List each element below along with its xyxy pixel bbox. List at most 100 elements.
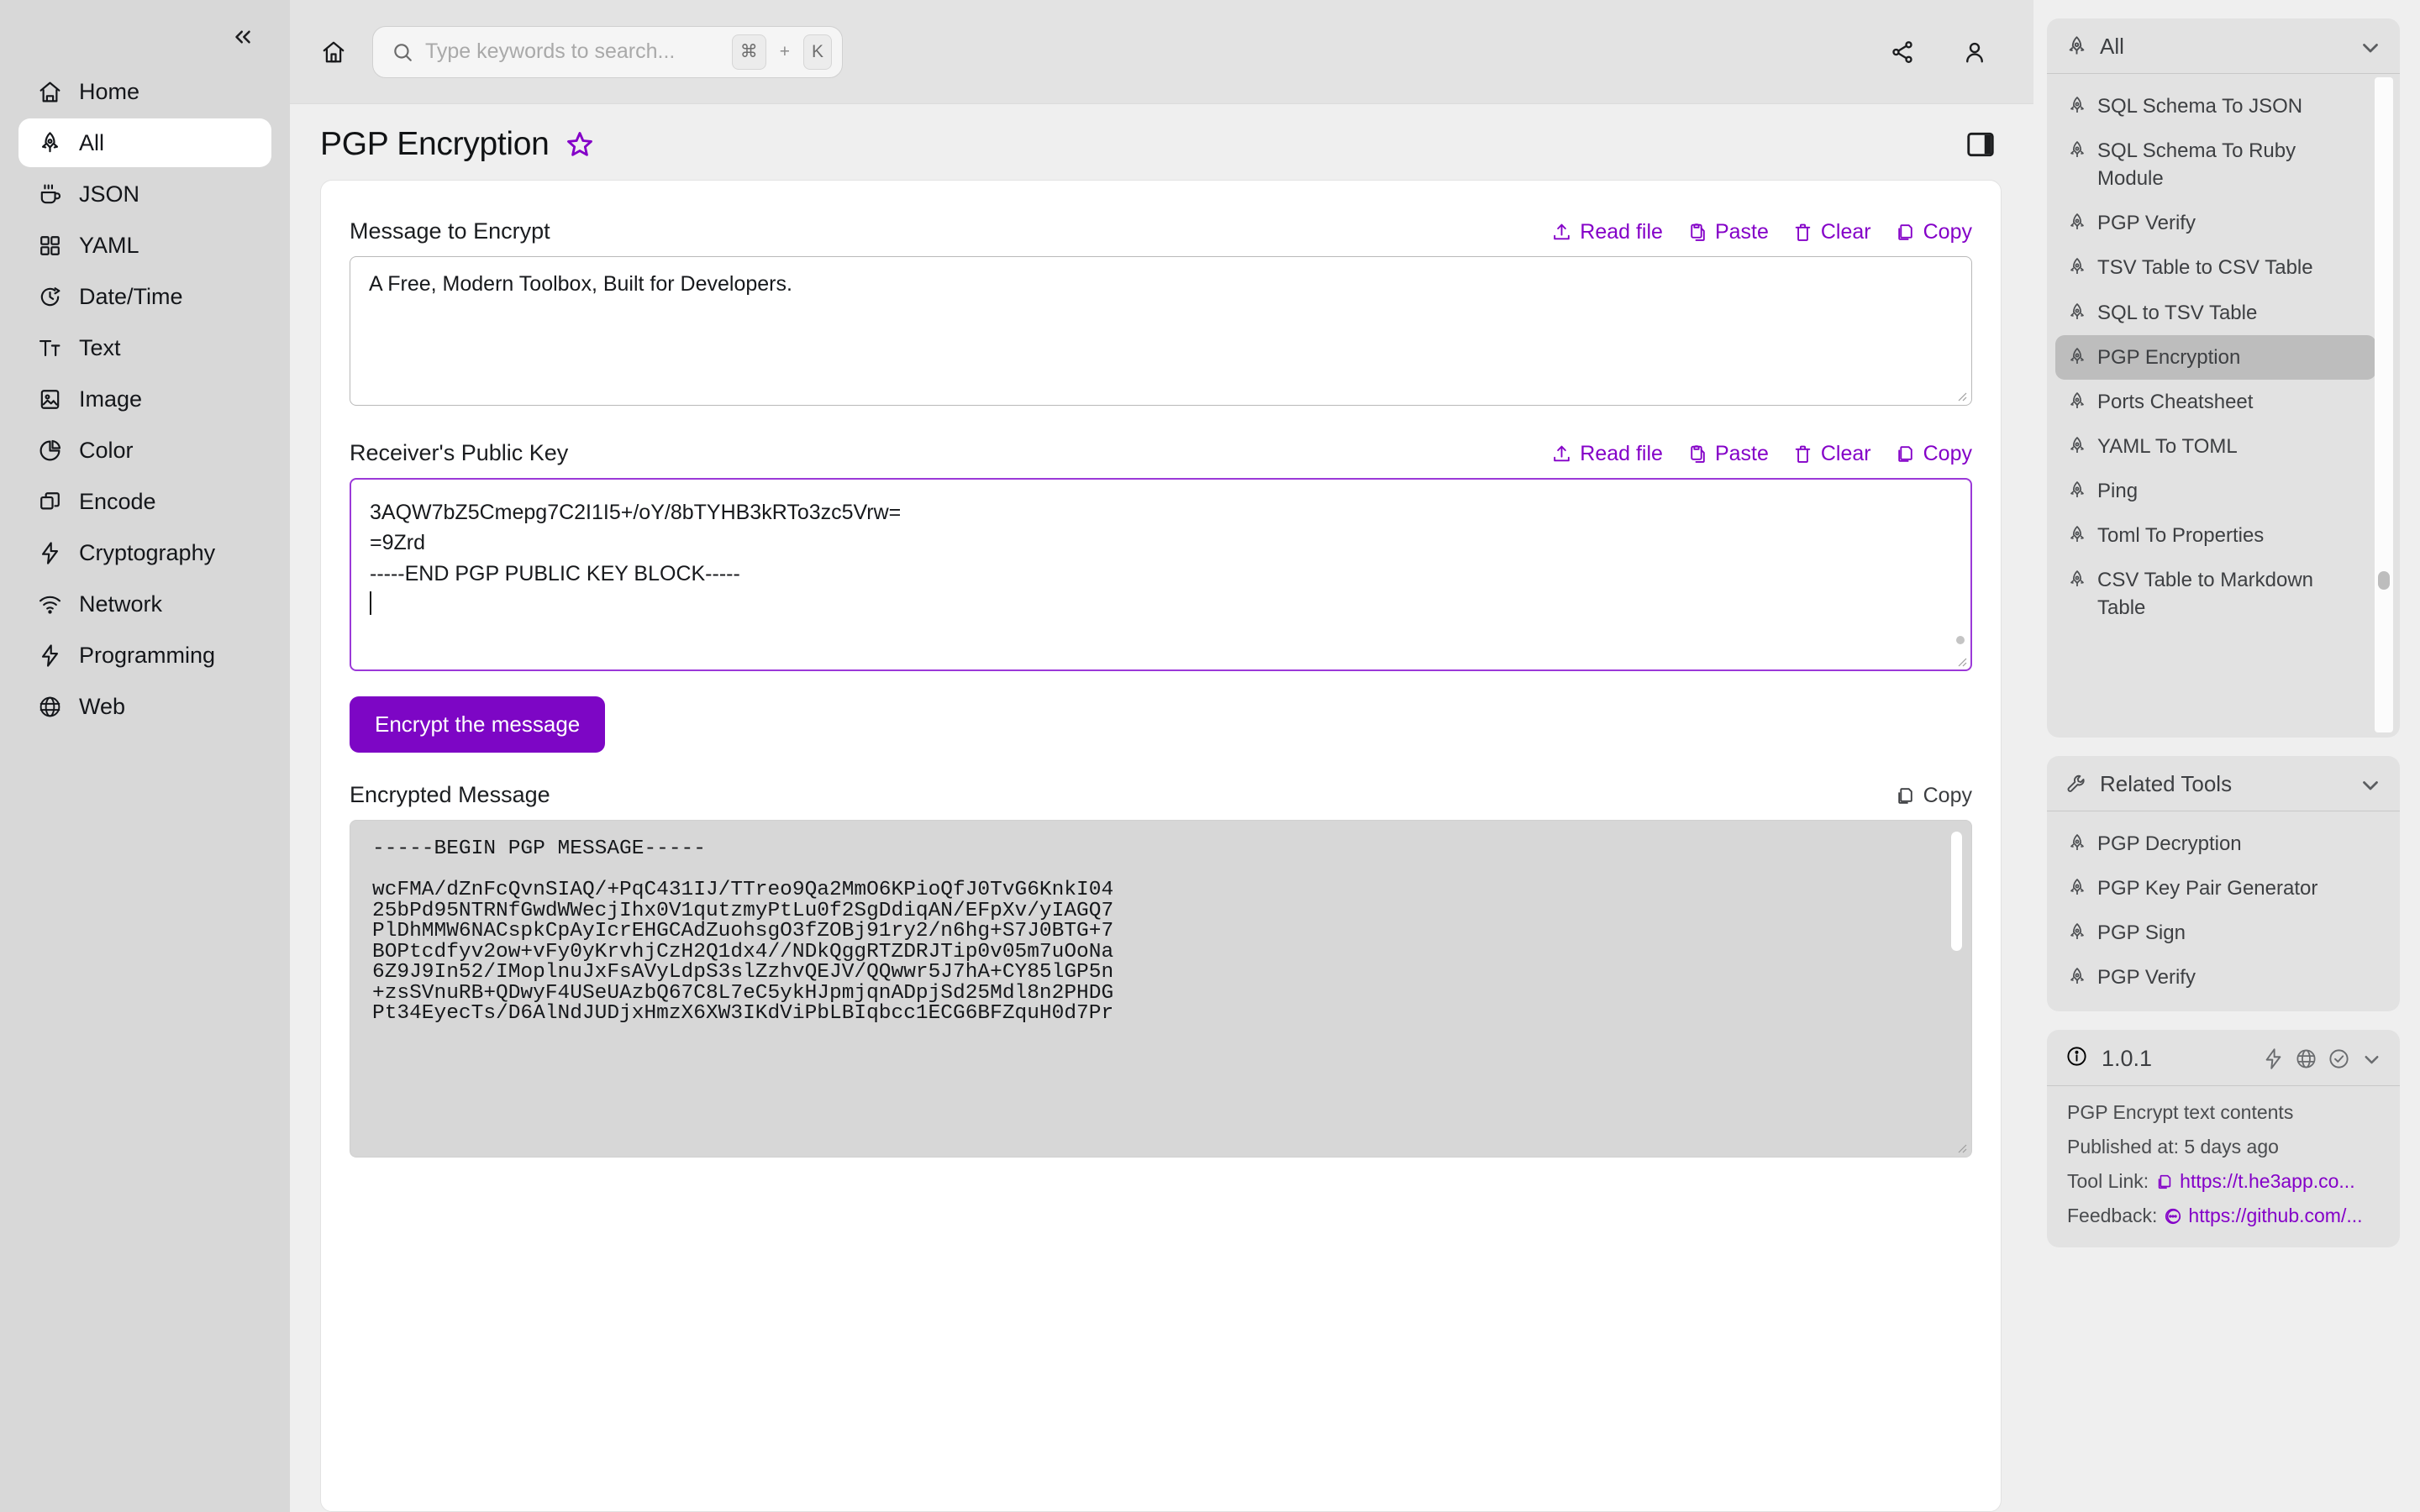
all-tools-scrollbar-thumb[interactable] [2378, 571, 2390, 590]
globe-icon [37, 694, 62, 719]
sidebar-item-label: Encode [79, 488, 156, 514]
tool-list-item-label: Toml To Properties [2097, 524, 2265, 548]
search-input[interactable] [425, 39, 720, 64]
sidebar-item-all[interactable]: All [18, 118, 271, 167]
copy-button[interactable]: Copy [1895, 220, 1972, 244]
tool-list-item-label: PGP Encryption [2097, 345, 2241, 369]
tool-link[interactable]: https://t.he3app.co... [2155, 1170, 2355, 1193]
tool-list-item[interactable]: TSV Table to CSV Table [2055, 245, 2376, 290]
tool-list-item[interactable]: Toml To Properties [2055, 513, 2376, 558]
output-scrollbar-thumb[interactable] [1951, 832, 1962, 951]
related-tools-card-header[interactable]: Related Tools [2047, 756, 2400, 811]
info-icon [2065, 1045, 2088, 1072]
sidebar-toggle-icon[interactable] [1965, 129, 1996, 160]
tool-list-item[interactable]: PGP Encryption [2055, 334, 2376, 380]
home-icon[interactable] [310, 29, 357, 76]
sidebar-item-home[interactable]: Home [18, 67, 271, 116]
sidebar-collapse-row [0, 15, 290, 62]
encrypt-button[interactable]: Encrypt the message [350, 696, 606, 753]
tool-list-item-label: Ports Cheatsheet [2097, 390, 2254, 413]
tool-list-item[interactable]: PGP Sign [2055, 911, 2391, 955]
main-column: ⌘ + K PGP Encryption [290, 0, 2033, 1512]
chevron-down-icon[interactable] [2358, 772, 2383, 797]
tool-list-item[interactable]: SQL Schema To Ruby Module [2055, 129, 2376, 201]
sidebar-item-date-time[interactable]: Date/Time [18, 272, 271, 321]
rocket-icon [2067, 878, 2087, 898]
topbar-actions [1881, 30, 1996, 74]
tool-list-item[interactable]: SQL Schema To JSON [2055, 84, 2376, 129]
all-tools-scrollbar[interactable] [2375, 77, 2393, 732]
feedback-link[interactable]: https://github.com/... [2164, 1205, 2363, 1227]
check-circle-icon[interactable] [2328, 1047, 2350, 1070]
sidebar-item-cryptography[interactable]: Cryptography [18, 528, 271, 577]
chevron-down-icon[interactable] [2360, 1047, 2383, 1070]
tool-list-item-label: YAML To TOML [2097, 434, 2238, 458]
tool-list-item[interactable]: Ports Cheatsheet [2055, 380, 2376, 424]
tool-list-item[interactable]: PGP Key Pair Generator [2055, 866, 2391, 911]
user-icon[interactable] [1953, 30, 1996, 74]
tool-list-item[interactable]: PGP Verify [2055, 955, 2391, 1000]
tool-list-item[interactable]: Ping [2055, 469, 2376, 513]
all-tools-card-header[interactable]: All [2047, 18, 2400, 74]
sidebar-item-yaml[interactable]: YAML [18, 221, 271, 270]
sidebar-item-network[interactable]: Network [18, 580, 271, 628]
copy-icon [1897, 788, 1912, 804]
output-copy-button[interactable]: Copy [1895, 784, 1972, 808]
copy-icon [1895, 444, 1916, 465]
tool-list-item[interactable]: YAML To TOML [2055, 424, 2376, 469]
title-row: PGP Encryption [290, 104, 2033, 180]
rocket-icon [2067, 967, 2087, 987]
key-caret-line [370, 589, 1954, 619]
action-label: Read file [1580, 220, 1663, 244]
tool-list-item[interactable]: CSV Table to Markdown Table [2055, 558, 2376, 630]
bolt-icon[interactable] [2262, 1047, 2285, 1070]
sidebar-item-color[interactable]: Color [18, 426, 271, 475]
upload-icon [1551, 222, 1572, 243]
tool-list-item[interactable]: PGP Verify [2055, 201, 2376, 245]
rocket-icon [2067, 140, 2087, 160]
tool-info-body: PGP Encrypt text contents Published at: … [2047, 1086, 2400, 1247]
read-file-button[interactable]: Read file [1551, 220, 1663, 244]
action-label: Copy [1923, 220, 1972, 244]
sidebar-item-encode[interactable]: Encode [18, 477, 271, 526]
all-tools-list[interactable]: SQL Schema To JSON SQL Schema To Ruby Mod… [2047, 74, 2400, 738]
sidebar-item-programming[interactable]: Programming [18, 631, 271, 680]
action-label: Read file [1580, 442, 1663, 465]
paste-button[interactable]: Paste [1686, 220, 1769, 244]
globe-icon[interactable] [2295, 1047, 2317, 1070]
paste-button[interactable]: Paste [1686, 442, 1769, 466]
clear-button[interactable]: Clear [1792, 220, 1871, 244]
sidebar-item-json[interactable]: JSON [18, 170, 271, 218]
chevron-down-icon[interactable] [2358, 34, 2383, 60]
wifi-icon [37, 591, 62, 617]
sidebar-item-label: Image [79, 386, 143, 412]
sidebar-item-image[interactable]: Image [18, 375, 271, 423]
text-caret [370, 591, 371, 615]
copy-button[interactable]: Copy [1895, 442, 1972, 466]
message-field-header: Message to Encrypt Read file Paste Clear Co… [350, 211, 1972, 244]
chevrons-left-icon[interactable] [226, 20, 260, 54]
read-file-button[interactable]: Read file [1551, 442, 1663, 466]
clear-button[interactable]: Clear [1792, 442, 1871, 466]
copy-icon [2158, 1174, 2171, 1189]
key-textarea[interactable]: 3AQW7bZ5Cmepg7C2I1I5+/oY/8bTYHB3kRTo3zc5… [350, 478, 1972, 671]
tool-list-item-label: TSV Table to CSV Table [2097, 256, 2313, 280]
image-icon [37, 386, 62, 412]
tool-content-card: Message to Encrypt Read file Paste Clear Co… [320, 180, 2002, 1512]
key-scroll-thumb[interactable] [1956, 636, 1965, 644]
star-icon[interactable] [565, 129, 595, 160]
share-icon[interactable] [1881, 30, 1924, 74]
sidebar-item-label: YAML [79, 232, 139, 258]
search-box[interactable]: ⌘ + K [372, 25, 843, 78]
rocket-icon [37, 130, 62, 155]
sidebar-item-text[interactable]: Text [18, 323, 271, 372]
output-textarea[interactable]: -----BEGIN PGP MESSAGE----- wcFMA/dZnFcQ… [350, 820, 1972, 1158]
tool-link-label: Tool Link: [2067, 1170, 2149, 1193]
tool-list-item[interactable]: SQL to TSV Table [2055, 291, 2376, 335]
output-scrollbar[interactable] [1951, 832, 1962, 1139]
message-textarea[interactable]: A Free, Modern Toolbox, Built for Develo… [350, 256, 1972, 406]
related-tools-card-title: Related Tools [2100, 771, 2233, 796]
tool-list-item[interactable]: PGP Decryption [2055, 822, 2391, 866]
sidebar-item-web[interactable]: Web [18, 682, 271, 731]
action-label: Paste [1714, 442, 1769, 465]
